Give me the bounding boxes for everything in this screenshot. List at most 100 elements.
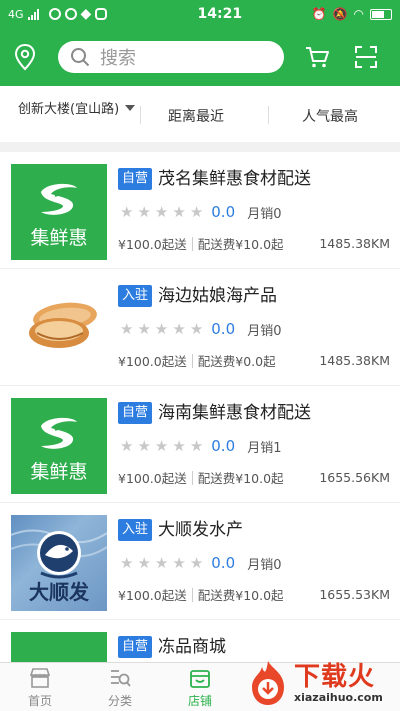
delivery-fee: 配送费¥10.0起 — [197, 471, 284, 486]
star-icon: ★ — [154, 437, 169, 455]
scan-icon[interactable] — [354, 45, 378, 69]
location-pin-icon[interactable] — [14, 42, 36, 72]
network-type: 4G — [8, 7, 24, 21]
info-divider — [191, 236, 193, 251]
battery-icon — [370, 8, 392, 20]
store-logo: 集鲜惠 — [11, 164, 107, 260]
store-name: 冻品商城 — [158, 637, 226, 657]
info-divider — [191, 353, 193, 368]
store-tag: 自营 — [118, 168, 153, 190]
monthly-sales: 月销0 — [247, 206, 282, 222]
nav-shop-label: 店铺 — [187, 694, 212, 708]
chevron-down-icon — [125, 104, 136, 111]
mute-icon: 🔕 — [332, 7, 348, 21]
cart-icon[interactable] — [304, 44, 330, 70]
star-icon: ★ — [137, 554, 151, 572]
star-icon: ★ — [189, 320, 204, 338]
store-tag: 入驻 — [118, 519, 153, 541]
store-logo: 大顺发 — [11, 515, 107, 611]
home-store-icon — [29, 668, 51, 688]
status-bar: 4G ◆ 14:21 ⏰ 🔕 ◠ — [0, 0, 400, 28]
star-icon: ★ — [154, 554, 169, 572]
store-item[interactable]: 大顺发 入驻 大顺发水产 ★ ★ ★ ★ ★ 0.0 月销0 ¥100.0起送 配送费¥… — [0, 503, 400, 620]
store-logo: 集鲜惠 — [11, 398, 107, 494]
star-icon: ★ — [172, 554, 186, 572]
delivery-fee: 配送费¥10.0起 — [197, 237, 284, 252]
star-icon: ★ — [120, 437, 134, 455]
rating-row: ★ ★ ★ ★ ★ 0.0 月销1 — [120, 436, 282, 456]
star-icon: ★ — [172, 203, 186, 221]
q-app-icon — [95, 8, 108, 20]
star-icon: ★ — [189, 554, 204, 572]
rating-row: ★ ★ ★ ★ ★ 0.0 月销0 — [120, 553, 282, 573]
rating-score: 0.0 — [211, 320, 236, 338]
store-item[interactable]: 集鲜惠 自营 海南集鲜惠食材配送 ★ ★ ★ ★ ★ 0.0 月销1 ¥100.0起送 … — [0, 386, 400, 503]
star-icon: ★ — [189, 203, 204, 221]
rating-score: 0.0 — [211, 554, 236, 572]
search-placeholder: 搜索 — [100, 48, 136, 69]
search-icon — [71, 48, 90, 67]
store-logo — [11, 281, 107, 377]
clock: 14:21 — [197, 6, 243, 22]
star-icon: ★ — [120, 320, 134, 338]
star-icon: ★ — [189, 437, 204, 455]
distance: 1485.38KM — [319, 353, 390, 368]
store-list: 集鲜惠 自营 茂名集鲜惠食材配送 ★ ★ ★ ★ ★ 0.0 月销0 ¥100.0起送 … — [0, 152, 400, 662]
delivery-fee: 配送费¥0.0起 — [197, 354, 276, 369]
delivery-info: ¥100.0起送 配送费¥10.0起 1655.53KM — [118, 585, 390, 604]
location-filter[interactable]: 创新大楼(宜山路) — [18, 98, 136, 117]
monthly-sales: 月销0 — [247, 557, 282, 573]
status-right: ⏰ 🔕 ◠ — [312, 7, 392, 21]
nav-category[interactable]: 分类 — [80, 663, 160, 711]
qq-icon: ◆ — [80, 6, 92, 22]
store-tag: 入驻 — [118, 285, 153, 307]
sort-popularity[interactable]: 人气最高 — [302, 106, 358, 126]
info-divider — [191, 587, 193, 602]
star-icon: ★ — [172, 437, 186, 455]
watermark: 下载火 xiazaihuo.com — [246, 655, 400, 711]
nav-home[interactable]: 首页 — [0, 663, 80, 711]
delivery-info: ¥100.0起送 配送费¥10.0起 1485.38KM — [118, 234, 390, 253]
info-divider — [191, 470, 193, 485]
logo-text: 集鲜惠 — [30, 227, 87, 249]
min-order: ¥100.0起送 — [118, 471, 187, 486]
rating-row: ★ ★ ★ ★ ★ 0.0 月销0 — [120, 202, 282, 222]
star-icon: ★ — [137, 203, 151, 221]
store-tag: 自营 — [118, 636, 153, 658]
nav-category-label: 分类 — [107, 694, 132, 708]
location-filter-label: 创新大楼(宜山路) — [18, 102, 120, 117]
rating-score: 0.0 — [211, 437, 236, 455]
rating-row: ★ ★ ★ ★ ★ 0.0 月销0 — [120, 319, 282, 339]
nav-shop[interactable]: 店铺 — [160, 663, 240, 711]
star-icon: ★ — [120, 554, 134, 572]
search-input[interactable]: 搜索 — [58, 41, 284, 73]
delivery-fee: 配送费¥10.0起 — [197, 588, 284, 603]
watermark-en: xiazaihuo.com — [294, 691, 383, 704]
top-header: 搜索 — [0, 28, 400, 86]
signal-icon — [27, 8, 39, 20]
star-icon: ★ — [154, 203, 169, 221]
distance: 1655.56KM — [319, 470, 390, 485]
star-icon: ★ — [120, 203, 134, 221]
star-icon: ★ — [172, 320, 186, 338]
store-item[interactable]: 入驻 海边姑娘海产品 ★ ★ ★ ★ ★ 0.0 月销0 ¥100.0起送 配送费¥0.… — [0, 269, 400, 386]
star-icon: ★ — [137, 437, 151, 455]
check-icon — [64, 8, 77, 20]
wifi-icon: ◠ — [353, 7, 364, 21]
logo-text: 集鲜惠 — [30, 461, 87, 483]
distance: 1485.38KM — [319, 236, 390, 251]
category-icon — [111, 670, 131, 687]
delivery-info: ¥100.0起送 配送费¥10.0起 1655.56KM — [118, 468, 390, 487]
min-order: ¥100.0起送 — [118, 588, 187, 603]
store-item[interactable]: 集鲜惠 自营 茂名集鲜惠食材配送 ★ ★ ★ ★ ★ 0.0 月销0 ¥100.0起送 … — [0, 152, 400, 269]
store-name: 茂名集鲜惠食材配送 — [158, 169, 311, 189]
star-icon: ★ — [137, 320, 151, 338]
sort-distance[interactable]: 距离最近 — [168, 106, 224, 126]
store-name: 海边姑娘海产品 — [158, 286, 277, 306]
store-name: 大顺发水产 — [158, 520, 243, 540]
notification-icon — [48, 8, 61, 20]
shop-icon — [190, 670, 210, 688]
filter-divider — [140, 106, 141, 124]
store-tag: 自营 — [118, 402, 153, 424]
star-icon: ★ — [154, 320, 169, 338]
